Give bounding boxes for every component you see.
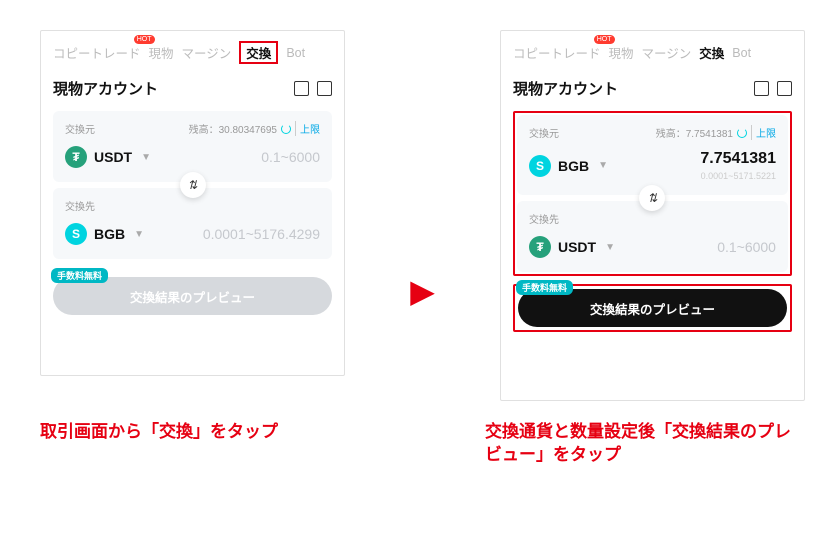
- fee-free-badge: 手数料無料: [51, 268, 108, 283]
- from-card: 交換元 残高：7.7541381 上限 S BGB ▼: [517, 115, 788, 195]
- history-icon[interactable]: [777, 81, 792, 96]
- swap-area-highlight: 交換元 残高：7.7541381 上限 S BGB ▼: [513, 111, 792, 276]
- from-token-selector[interactable]: S BGB ▼: [529, 155, 608, 177]
- to-token-selector[interactable]: S BGB ▼: [65, 223, 144, 245]
- account-title: 現物アカウント: [53, 78, 158, 99]
- to-card: 交換先 ₮ USDT ▼ 0.1~6000: [517, 201, 788, 272]
- tab-swap[interactable]: 交換: [699, 41, 724, 64]
- tab-spot[interactable]: 現物: [609, 41, 634, 64]
- to-amount-output: 0.0001~5176.4299: [203, 226, 320, 242]
- swap-direction-button[interactable]: ⇅: [180, 172, 206, 198]
- to-token-selector[interactable]: ₮ USDT ▼: [529, 236, 615, 258]
- preview-button[interactable]: 手数料無料 交換結果のプレビュー: [518, 289, 787, 327]
- from-label: 交換元: [65, 121, 95, 136]
- from-label: 交換元: [529, 125, 559, 140]
- tab-bot[interactable]: Bot: [732, 44, 751, 62]
- from-range: 0.0001~5171.5221: [700, 171, 776, 181]
- tab-swap[interactable]: 交換: [239, 41, 278, 64]
- from-amount-input[interactable]: 0.1~6000: [261, 149, 320, 165]
- phone-left: コピートレードHOT 現物 マージン 交換 Bot 現物アカウント 交換元: [40, 30, 345, 376]
- usdt-icon: ₮: [529, 236, 551, 258]
- caption-left: 取引画面から「交換」をタップ: [40, 421, 360, 467]
- arrow-right-icon: ▶: [410, 272, 435, 310]
- fee-free-badge: 手数料無料: [516, 280, 573, 295]
- from-balance: 残高：7.7541381: [656, 125, 733, 140]
- to-card: 交換先 S BGB ▼ 0.0001~5176.4299: [53, 188, 332, 259]
- from-amount-input[interactable]: 7.7541381: [700, 150, 776, 168]
- transfer-icon[interactable]: [294, 81, 309, 96]
- bgb-icon: S: [529, 155, 551, 177]
- caption-right: 交換通貨と数量設定後「交換結果のプレビュー」をタップ: [485, 421, 805, 467]
- chevron-down-icon: ▼: [141, 152, 151, 163]
- to-label: 交換先: [65, 198, 95, 213]
- phone-right: コピートレードHOT 現物 マージン 交換 Bot 現物アカウント 交換元: [500, 30, 805, 401]
- tab-margin[interactable]: マージン: [642, 41, 692, 64]
- to-amount-output: 0.1~6000: [717, 239, 776, 255]
- tab-spot[interactable]: 現物: [149, 41, 174, 64]
- from-token-selector[interactable]: ₮ USDT ▼: [65, 146, 151, 168]
- chevron-down-icon: ▼: [134, 229, 144, 240]
- bgb-icon: S: [65, 223, 87, 245]
- usdt-icon: ₮: [65, 146, 87, 168]
- from-balance: 残高：30.80347695: [189, 121, 277, 136]
- to-label: 交換先: [529, 211, 559, 226]
- tab-copytrade[interactable]: コピートレードHOT: [513, 41, 601, 64]
- tab-copytrade[interactable]: コピートレードHOT: [53, 41, 141, 64]
- chevron-down-icon: ▼: [598, 160, 608, 171]
- refresh-icon[interactable]: [737, 128, 747, 138]
- tab-bar: コピートレードHOT 現物 マージン 交換 Bot: [513, 41, 792, 64]
- refresh-icon[interactable]: [281, 124, 291, 134]
- tab-margin[interactable]: マージン: [182, 41, 232, 64]
- max-button[interactable]: 上限: [295, 121, 320, 136]
- account-title: 現物アカウント: [513, 78, 618, 99]
- transfer-icon[interactable]: [754, 81, 769, 96]
- preview-button[interactable]: 手数料無料 交換結果のプレビュー: [53, 277, 332, 315]
- max-button[interactable]: 上限: [751, 125, 776, 140]
- preview-highlight: 手数料無料 交換結果のプレビュー: [513, 284, 792, 332]
- tab-bar: コピートレードHOT 現物 マージン 交換 Bot: [53, 41, 332, 64]
- tab-bot[interactable]: Bot: [286, 44, 305, 62]
- history-icon[interactable]: [317, 81, 332, 96]
- chevron-down-icon: ▼: [605, 242, 615, 253]
